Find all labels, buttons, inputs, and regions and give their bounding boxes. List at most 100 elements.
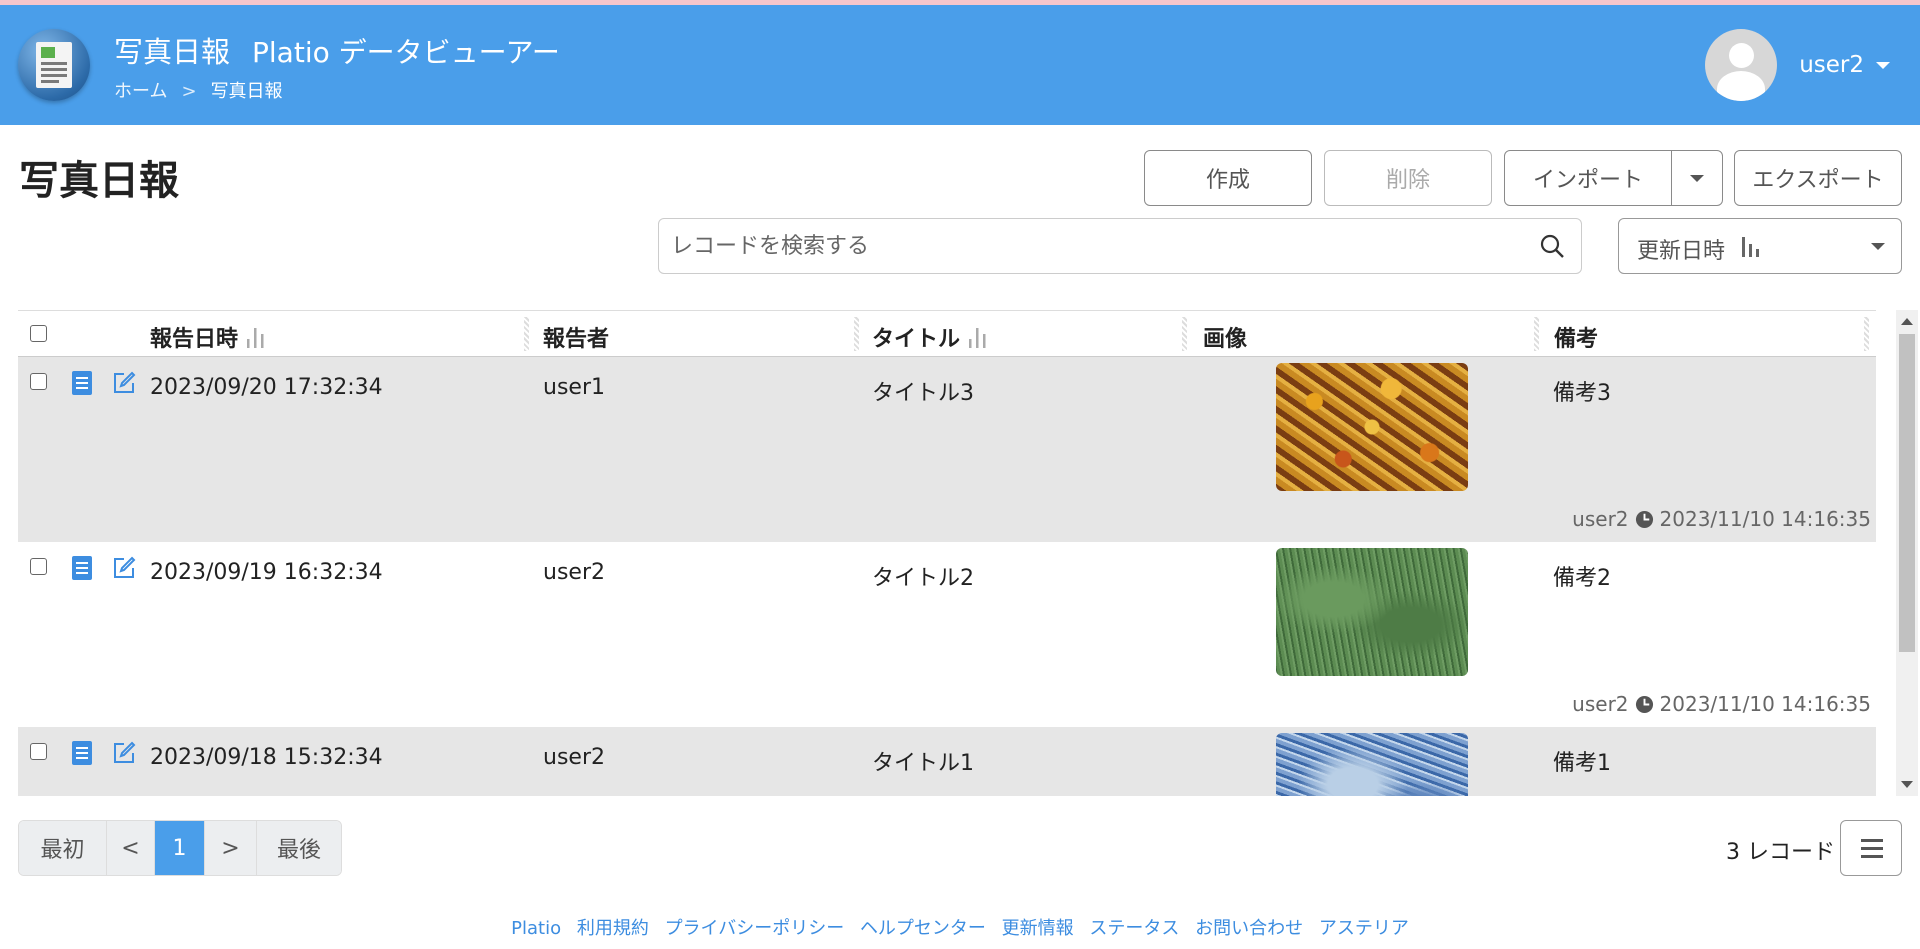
photo-thumbnail[interactable] [1276, 548, 1468, 676]
cell-report-date: 2023/09/18 15:32:34 [150, 745, 383, 770]
search-input[interactable] [659, 219, 1519, 273]
prev-page-button[interactable]: < [107, 821, 155, 875]
column-label: タイトル [872, 327, 961, 352]
table-scrollbar[interactable] [1896, 310, 1918, 796]
scrollbar-thumb[interactable] [1899, 334, 1915, 652]
record-meta: user2 2023/11/10 14:16:35 [1572, 507, 1871, 531]
select-all-checkbox[interactable] [30, 325, 47, 342]
column-header-title[interactable]: タイトル [872, 321, 992, 353]
scroll-up-icon[interactable] [1901, 318, 1913, 325]
sort-icon [247, 328, 264, 348]
table-row[interactable]: 2023/09/18 15:32:34 user2 タイトル1 備考1 [18, 727, 1876, 796]
list-menu-button[interactable] [1840, 820, 1902, 876]
cell-note: 備考3 [1553, 381, 1611, 406]
app-name: 写真日報 [114, 35, 231, 69]
breadcrumb-current: 写真日報 [210, 81, 283, 102]
pagination: 最初 < 1 > 最後 [18, 820, 342, 876]
page-button-current[interactable]: 1 [155, 821, 205, 875]
records-table: 報告日時 報告者 タイトル 画像 備考 2023/09/20 17:32:34 … [18, 310, 1876, 796]
column-label: 報告者 [543, 327, 610, 352]
detail-view-icon[interactable] [72, 741, 92, 765]
updated-at: 2023/11/10 14:16:35 [1659, 692, 1871, 716]
column-resize-handle[interactable] [1864, 317, 1869, 351]
column-resize-handle[interactable] [1182, 317, 1187, 351]
table-row[interactable]: 2023/09/19 16:32:34 user2 タイトル2 備考2 user… [18, 542, 1876, 727]
cell-note: 備考2 [1553, 566, 1611, 591]
user-menu[interactable]: user2 [1705, 29, 1890, 101]
column-label: 備考 [1554, 327, 1599, 352]
photo-thumbnail[interactable] [1276, 733, 1468, 796]
app-header: 写真日報 Platio データビューアー ホーム > 写真日報 user2 [0, 5, 1920, 125]
edit-icon[interactable] [112, 741, 136, 765]
column-header-reporter[interactable]: 報告者 [543, 321, 609, 353]
footer-link-help[interactable]: ヘルプセンター [860, 918, 986, 939]
column-header-note[interactable]: 備考 [1554, 321, 1598, 353]
detail-view-icon[interactable] [72, 371, 92, 395]
import-button[interactable]: インポート [1504, 150, 1672, 206]
cell-reporter: user1 [543, 375, 605, 400]
delete-button[interactable]: 削除 [1324, 150, 1492, 206]
cell-title: タイトル2 [872, 566, 974, 591]
column-label: 画像 [1203, 327, 1248, 352]
user-name[interactable]: user2 [1799, 52, 1864, 78]
clock-icon [1635, 510, 1653, 528]
last-page-button[interactable]: 最後 [257, 821, 341, 875]
detail-view-icon[interactable] [72, 556, 92, 580]
chevron-down-icon [1871, 243, 1885, 250]
sort-order-icon [1742, 237, 1759, 257]
row-checkbox[interactable] [30, 558, 47, 575]
app-title: 写真日報 Platio データビューアー [114, 29, 560, 71]
record-count: 3 レコード [1726, 840, 1835, 865]
row-checkbox[interactable] [30, 743, 47, 760]
breadcrumb-separator: > [181, 81, 197, 102]
import-dropdown-button[interactable] [1671, 150, 1723, 206]
footer-link-privacy[interactable]: プライバシーポリシー [665, 918, 845, 939]
sort-select[interactable]: 更新日時 [1618, 218, 1902, 274]
table-row[interactable]: 2023/09/20 17:32:34 user1 タイトル3 備考3 user… [18, 357, 1876, 542]
export-button[interactable]: エクスポート [1734, 150, 1902, 206]
column-resize-handle[interactable] [524, 317, 529, 351]
cell-reporter: user2 [543, 745, 605, 770]
column-resize-handle[interactable] [1534, 317, 1539, 351]
column-header-image[interactable]: 画像 [1203, 321, 1247, 353]
photo-thumbnail[interactable] [1276, 363, 1468, 491]
first-page-button[interactable]: 最初 [19, 821, 107, 875]
user-menu-caret-icon[interactable] [1876, 61, 1890, 69]
footer-link-terms[interactable]: 利用規約 [577, 918, 649, 939]
column-label: 報告日時 [150, 327, 239, 352]
page-title: 写真日報 [19, 158, 179, 204]
row-checkbox[interactable] [30, 373, 47, 390]
column-resize-handle[interactable] [854, 317, 859, 351]
cell-title: タイトル3 [872, 381, 974, 406]
footer-link-status[interactable]: ステータス [1089, 918, 1179, 939]
chevron-down-icon [1690, 174, 1704, 182]
updated-by: user2 [1572, 507, 1629, 531]
table-header: 報告日時 報告者 タイトル 画像 備考 [18, 310, 1876, 357]
search-icon[interactable] [1539, 233, 1565, 259]
cell-title: タイトル1 [872, 751, 974, 776]
footer-link-updates[interactable]: 更新情報 [1002, 918, 1074, 939]
sort-selected-label: 更新日時 [1637, 239, 1726, 264]
create-button[interactable]: 作成 [1144, 150, 1312, 206]
record-meta: user2 2023/11/10 14:16:35 [1572, 692, 1871, 716]
cell-report-date: 2023/09/20 17:32:34 [150, 375, 383, 400]
footer-link-asteria[interactable]: アステリア [1319, 918, 1409, 939]
footer-link-contact[interactable]: お問い合わせ [1195, 918, 1303, 939]
column-header-report-date[interactable]: 報告日時 [150, 321, 270, 353]
breadcrumb-home[interactable]: ホーム [114, 81, 167, 102]
scroll-down-icon[interactable] [1901, 781, 1913, 788]
edit-icon[interactable] [112, 371, 136, 395]
cell-report-date: 2023/09/19 16:32:34 [150, 560, 383, 585]
edit-icon[interactable] [112, 556, 136, 580]
footer-link-platio[interactable]: Platio [511, 918, 561, 939]
updated-by: user2 [1572, 692, 1629, 716]
app-logo-icon[interactable] [18, 29, 90, 101]
next-page-button[interactable]: > [205, 821, 257, 875]
avatar[interactable] [1705, 29, 1778, 101]
app-subtitle: Platio データビューアー [252, 36, 560, 69]
clock-icon [1635, 695, 1653, 713]
updated-at: 2023/11/10 14:16:35 [1659, 507, 1871, 531]
footer: Platio 利用規約 プライバシーポリシー ヘルプセンター 更新情報 ステータ… [0, 914, 1920, 940]
cell-reporter: user2 [543, 560, 605, 585]
cell-note: 備考1 [1553, 751, 1611, 776]
